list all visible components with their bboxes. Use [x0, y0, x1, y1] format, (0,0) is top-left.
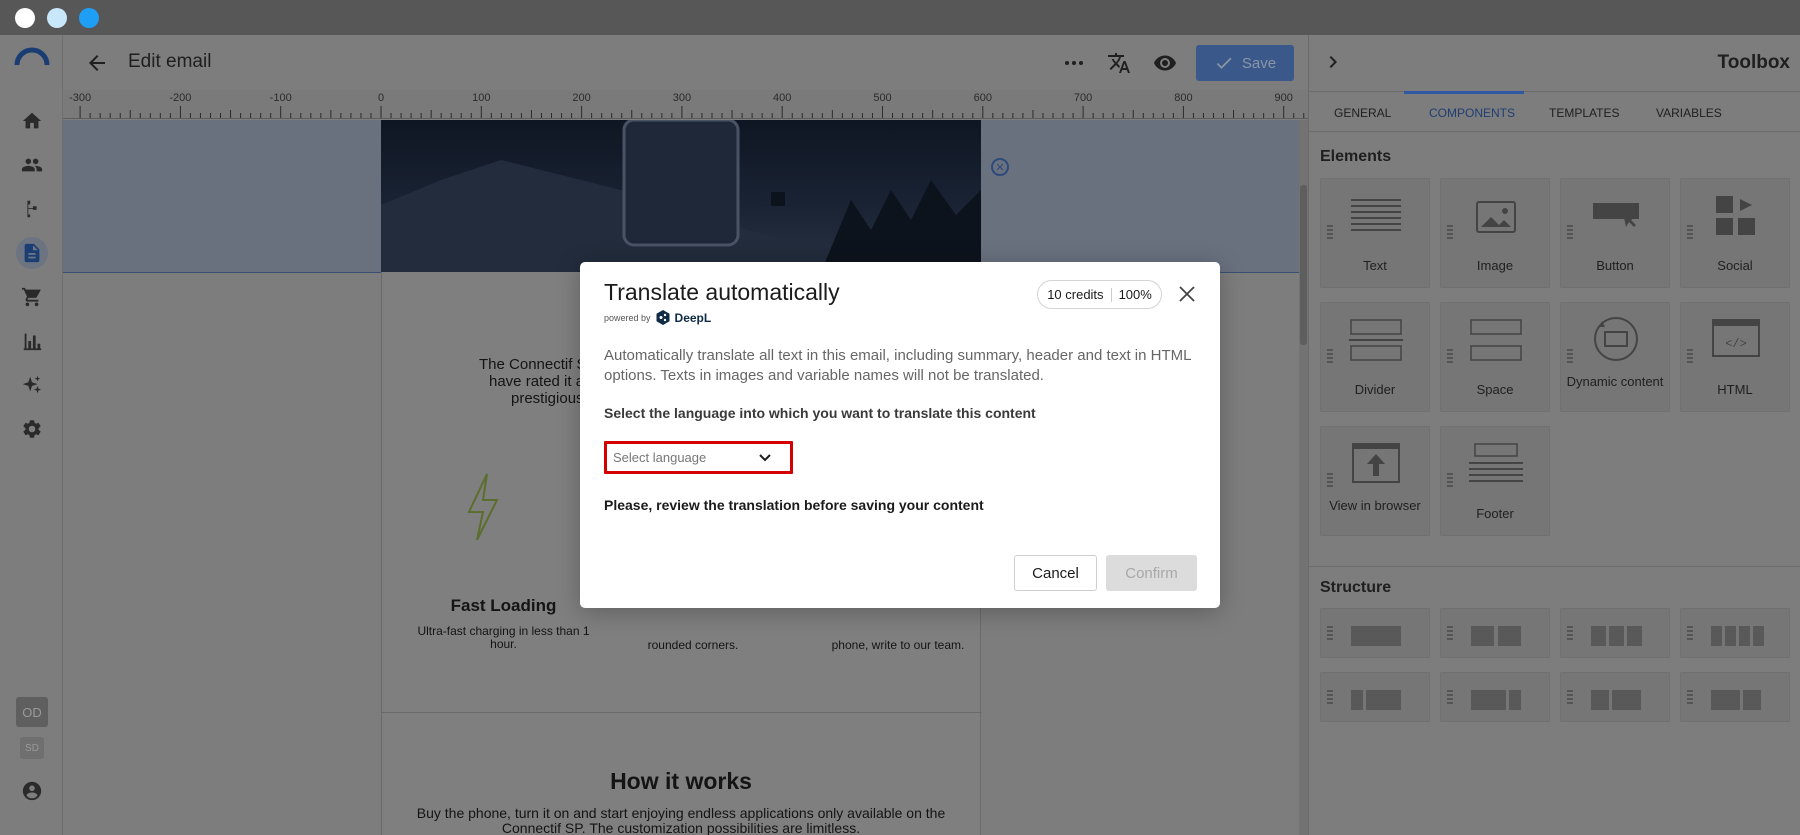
- credits-count: 10 credits: [1047, 287, 1104, 302]
- confirm-button[interactable]: Confirm: [1106, 555, 1197, 591]
- deepl-logo-icon: [656, 310, 670, 325]
- dialog-description: Automatically translate all text in this…: [604, 347, 1191, 384]
- language-select[interactable]: Select language: [604, 441, 793, 474]
- language-select-placeholder: Select language: [613, 450, 707, 465]
- cancel-button[interactable]: Cancel: [1014, 555, 1097, 591]
- review-note: Please, review the translation before sa…: [604, 497, 984, 513]
- close-icon[interactable]: [1177, 284, 1197, 304]
- credits-percent: 100%: [1118, 287, 1152, 302]
- dialog-title: Translate automatically: [604, 279, 840, 305]
- powered-by-deepl: powered by DeepL: [604, 310, 711, 325]
- powered-by-text: powered by: [604, 312, 651, 323]
- chevron-down-icon: [759, 454, 771, 462]
- credits-badge: 10 credits 100%: [1037, 280, 1162, 309]
- modal-overlay[interactable]: Translate automatically powered by DeepL…: [0, 0, 1800, 835]
- language-select-label: Select the language into which you want …: [604, 405, 1036, 421]
- translate-dialog: Translate automatically powered by DeepL…: [580, 262, 1220, 608]
- deepl-name: DeepL: [674, 310, 712, 325]
